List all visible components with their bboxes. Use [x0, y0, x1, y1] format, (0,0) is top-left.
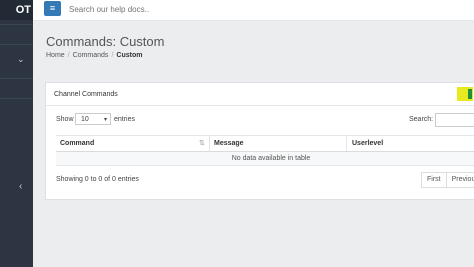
- breadcrumb-separator: /: [111, 52, 114, 59]
- table-info: Showing 0 to 0 of 0 entries: [56, 176, 139, 183]
- table-header: Command ⇅ Message Userlevel: [56, 135, 474, 153]
- column-userlevel[interactable]: Userlevel: [352, 140, 383, 147]
- menu-toggle-button[interactable]: ≡: [44, 1, 61, 16]
- pager-first-button[interactable]: First: [422, 173, 447, 187]
- sort-icon[interactable]: ⇅: [199, 139, 205, 147]
- column-command[interactable]: Command: [60, 140, 94, 147]
- show-label: Show: [56, 116, 74, 123]
- breadcrumb-home[interactable]: Home: [46, 52, 65, 59]
- sidebar: OT ⌄ ‹: [0, 0, 33, 267]
- column-divider: [209, 136, 210, 151]
- breadcrumb-separator: /: [67, 52, 70, 59]
- page-size-value: 10: [81, 116, 89, 123]
- page-size-select[interactable]: 10 ▾: [75, 113, 111, 125]
- sidebar-divider: [0, 98, 33, 99]
- table-search-label: Search:: [409, 116, 434, 123]
- help-search-input[interactable]: [69, 2, 249, 16]
- channel-commands-panel: Channel Commands Show 10 ▾ entries Searc…: [45, 82, 474, 200]
- pagination: FirstPrevious: [421, 172, 474, 188]
- page-title: Commands: Custom: [46, 34, 165, 49]
- column-divider: [346, 136, 347, 151]
- panel-title: Channel Commands: [54, 91, 118, 98]
- add-command-button[interactable]: [457, 87, 473, 101]
- table-search-input[interactable]: [435, 113, 474, 127]
- sidebar-divider: [0, 78, 33, 79]
- entries-label: entries: [114, 116, 136, 123]
- sidebar-divider: [0, 44, 33, 45]
- empty-table-row: No data available in table: [56, 152, 474, 166]
- breadcrumb: Home / Commands / Custom: [46, 52, 142, 59]
- panel-divider: [46, 105, 474, 106]
- caret-down-icon: ▾: [103, 117, 107, 123]
- brand-logo[interactable]: OT: [0, 0, 33, 20]
- button-edge: [468, 89, 472, 99]
- chevron-down-icon[interactable]: ⌄: [17, 54, 25, 65]
- top-bar: ≡: [33, 0, 474, 21]
- sidebar-divider: [0, 24, 33, 25]
- pager-previous-button[interactable]: Previous: [447, 173, 474, 187]
- column-message[interactable]: Message: [214, 140, 244, 147]
- breadcrumb-custom: Custom: [116, 52, 143, 59]
- breadcrumb-commands[interactable]: Commands: [73, 52, 109, 59]
- chevron-left-icon[interactable]: ‹: [19, 181, 22, 192]
- hamburger-icon: ≡: [49, 3, 56, 13]
